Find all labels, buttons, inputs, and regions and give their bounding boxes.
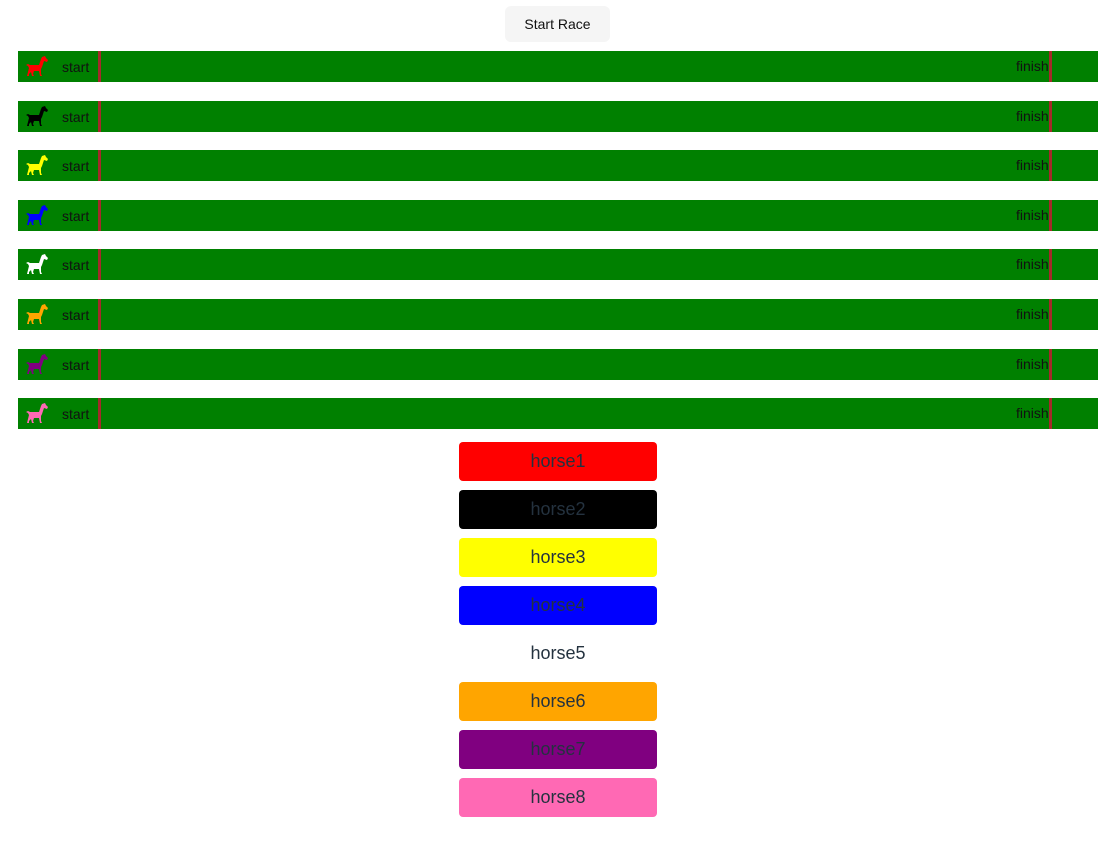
start-label: start <box>62 306 90 323</box>
horse8-button[interactable]: horse8 <box>459 778 657 817</box>
finish-label: finish <box>1016 107 1049 124</box>
start-line <box>98 51 101 82</box>
finish-label: finish <box>1016 256 1049 273</box>
finish-line <box>1049 199 1052 231</box>
lane-7: start finish <box>18 348 1098 380</box>
horse-icon <box>26 303 48 324</box>
start-label: start <box>62 108 90 125</box>
horse-icon <box>26 353 48 374</box>
horse6-button[interactable]: horse6 <box>459 682 657 721</box>
start-label: start <box>62 158 90 175</box>
finish-line <box>1049 51 1052 82</box>
horse5-button[interactable]: horse5 <box>459 634 657 673</box>
finish-label: finish <box>1016 206 1049 223</box>
start-line <box>98 199 101 231</box>
lane-3: start finish <box>18 150 1098 182</box>
horse-icon <box>26 254 48 275</box>
horse-button-list: horse1 horse2 horse3 horse4 horse5 horse… <box>459 442 657 826</box>
horse-icon <box>26 155 48 176</box>
finish-label: finish <box>1016 405 1049 422</box>
horse3-button[interactable]: horse3 <box>459 538 657 577</box>
start-line <box>98 348 101 380</box>
horse-icon <box>26 56 48 76</box>
start-label: start <box>62 59 90 75</box>
lane-2: start finish <box>18 100 1098 132</box>
start-line <box>98 298 101 330</box>
horse4-button[interactable]: horse4 <box>459 586 657 625</box>
start-line <box>98 398 101 430</box>
start-label: start <box>62 207 90 224</box>
start-race-button[interactable]: Start Race <box>505 6 610 42</box>
finish-line <box>1049 249 1052 281</box>
finish-label: finish <box>1016 58 1049 74</box>
horse-icon <box>26 105 48 126</box>
start-line <box>98 249 101 281</box>
horse1-button[interactable]: horse1 <box>459 442 657 481</box>
start-line <box>98 100 101 132</box>
horse-icon <box>26 403 48 424</box>
lane-5: start finish <box>18 249 1098 281</box>
finish-line <box>1049 348 1052 380</box>
lane-1: start finish <box>18 51 1098 82</box>
finish-line <box>1049 398 1052 430</box>
finish-line <box>1049 298 1052 330</box>
finish-line <box>1049 100 1052 132</box>
race-tracks: start finish start finish start finish s… <box>18 51 1098 448</box>
finish-label: finish <box>1016 305 1049 322</box>
start-label: start <box>62 406 90 423</box>
toolbar: Start Race <box>505 6 610 42</box>
start-label: start <box>62 257 90 274</box>
horse-icon <box>26 204 48 225</box>
finish-label: finish <box>1016 355 1049 372</box>
finish-line <box>1049 150 1052 182</box>
start-label: start <box>62 356 90 373</box>
finish-label: finish <box>1016 157 1049 174</box>
horse7-button[interactable]: horse7 <box>459 730 657 769</box>
lane-8: start finish <box>18 398 1098 430</box>
start-line <box>98 150 101 182</box>
horse2-button[interactable]: horse2 <box>459 490 657 529</box>
lane-4: start finish <box>18 199 1098 231</box>
lane-6: start finish <box>18 298 1098 330</box>
